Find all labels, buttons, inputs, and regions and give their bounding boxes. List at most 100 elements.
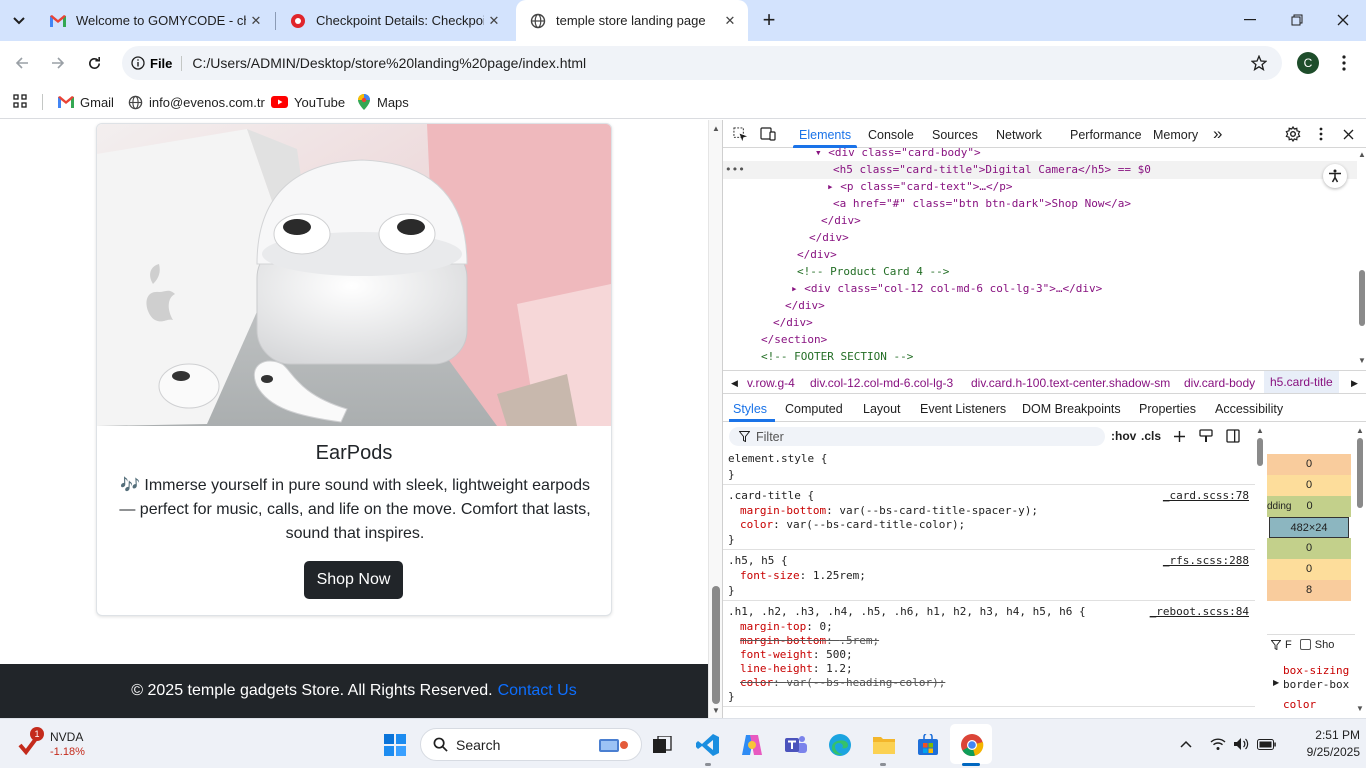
volume-icon[interactable] — [1232, 736, 1250, 752]
styles-tab-accessibility[interactable]: Accessibility — [1215, 402, 1283, 416]
rule-selector[interactable]: element.style { — [728, 452, 827, 466]
settings-gear-icon[interactable] — [1284, 125, 1302, 143]
dom-line[interactable]: ▸ <p class="card-text">…</p> — [827, 178, 1012, 195]
styles-tab-dom-breakpoints[interactable]: DOM Breakpoints — [1022, 402, 1121, 416]
dom-line[interactable]: <a href="#" class="btn btn-dark">Shop No… — [833, 195, 1131, 212]
box-model-border-top[interactable]: 0 — [1267, 475, 1351, 496]
shop-now-button[interactable]: Shop Now — [304, 561, 403, 599]
bookmark-maps[interactable]: Maps — [357, 92, 409, 112]
scroll-down-arrow-icon[interactable]: ▼ — [1356, 704, 1364, 713]
rule-selector[interactable]: .card-title { — [728, 489, 814, 503]
styles-tab-layout[interactable]: Layout — [863, 402, 901, 416]
styles-scrollbar[interactable]: ▲ — [1255, 424, 1265, 718]
dom-line[interactable]: </div> — [821, 212, 861, 229]
tab-checkpoint-details[interactable]: Checkpoint Details: Checkpoint ✕ — [276, 0, 512, 41]
tab-gomycode-welcome[interactable]: Welcome to GOMYCODE - chiji ✕ — [36, 0, 274, 41]
info-icon[interactable] — [130, 55, 146, 71]
new-tab-button[interactable]: + — [758, 7, 780, 32]
profile-avatar[interactable]: C — [1297, 52, 1319, 74]
dom-line[interactable]: ▾ <div class="card-body"> — [815, 148, 981, 161]
clock-date[interactable]: 9/25/2025 — [1280, 745, 1360, 759]
copilot-icon[interactable] — [739, 732, 765, 758]
dom-tree-scrollbar[interactable]: ▲ ▼ — [1357, 148, 1366, 370]
task-view-icon[interactable] — [650, 733, 674, 757]
css-declaration-overridden[interactable]: color: var(--bs-heading-color); — [740, 676, 945, 690]
show-hidden-icons-chevron-icon[interactable] — [1178, 736, 1194, 752]
dom-line[interactable]: </div> — [809, 229, 849, 246]
new-style-rule-icon[interactable] — [1171, 428, 1187, 444]
tab-search-icon[interactable] — [8, 11, 30, 31]
close-tab-icon[interactable]: ✕ — [246, 13, 266, 29]
css-declaration[interactable]: font-size: 1.25rem; — [740, 569, 866, 583]
close-tab-icon[interactable]: ✕ — [484, 13, 504, 29]
battery-icon[interactable] — [1256, 736, 1276, 752]
computed-prop-name[interactable]: box-sizing — [1283, 664, 1349, 677]
file-explorer-icon[interactable] — [871, 732, 897, 758]
ellipsis-gutter-icon[interactable]: ••• — [725, 161, 745, 178]
dom-line[interactable]: </div> — [797, 246, 837, 263]
scroll-up-arrow-icon[interactable]: ▲ — [1256, 426, 1264, 435]
styles-tab-event-listeners[interactable]: Event Listeners — [920, 402, 1006, 416]
show-all-checkbox[interactable] — [1299, 639, 1311, 650]
css-declaration[interactable]: font-weight: 500; — [740, 648, 853, 662]
clock-time[interactable]: 2:51 PM — [1290, 728, 1360, 742]
browser-menu-icon[interactable] — [1334, 53, 1354, 73]
tab-temple-store[interactable]: temple store landing page ✕ — [516, 0, 748, 41]
dom-line[interactable]: <!-- FOOTER SECTION --> — [761, 348, 913, 365]
styles-filter-input[interactable]: Filter — [729, 427, 1105, 446]
back-icon[interactable] — [12, 53, 32, 73]
css-declaration[interactable]: margin-bottom: var(--bs-card-title-space… — [740, 504, 1038, 518]
more-tabs-icon[interactable]: » — [1213, 124, 1222, 144]
stock-widget[interactable]: 1 NVDA -1.18% — [18, 727, 98, 761]
dom-line[interactable]: ▸ <div class="col-12 col-md-6 col-lg-3">… — [791, 280, 1102, 297]
box-model-padding-top[interactable]: dding 0 — [1267, 496, 1351, 517]
rule-selector[interactable]: .h1, .h2, .h3, .h4, .h5, .h6, h1, h2, h3… — [728, 605, 1086, 619]
styles-tab-properties[interactable]: Properties — [1139, 402, 1196, 416]
hov-toggle[interactable]: :hov — [1111, 429, 1136, 443]
breadcrumb-item[interactable]: div.card.h-100.text-center.shadow-sm — [971, 376, 1170, 390]
bookmark-evenos[interactable]: info@evenos.com.tr — [128, 92, 265, 112]
contact-us-link[interactable]: Contact Us — [498, 682, 577, 700]
wifi-icon[interactable] — [1209, 736, 1227, 752]
close-devtools-icon[interactable] — [1340, 126, 1356, 142]
toggle-sidebar-icon[interactable] — [1225, 428, 1241, 444]
dom-line[interactable]: <!-- Product Card 4 --> — [797, 263, 949, 280]
css-declaration[interactable]: line-height: 1.2; — [740, 662, 853, 676]
computed-filter[interactable]: F Sho — [1267, 634, 1355, 654]
expand-arrow-icon[interactable]: ▶ — [1273, 678, 1279, 687]
devtools-tab-memory[interactable]: Memory — [1153, 128, 1198, 142]
windows-start-icon[interactable] — [383, 733, 407, 757]
accessibility-icon[interactable] — [1323, 164, 1347, 188]
rule-source-link[interactable]: _reboot.scss:84 — [1150, 605, 1249, 618]
element-state-icon[interactable] — [1198, 428, 1214, 444]
styles-tab-styles[interactable]: Styles — [733, 402, 767, 416]
css-rules-pane[interactable]: element.style { } .card-title { _card.sc… — [723, 450, 1255, 718]
devtools-menu-icon[interactable] — [1314, 126, 1328, 142]
scroll-down-arrow-icon[interactable]: ▼ — [711, 706, 721, 715]
dom-line[interactable]: </section> — [761, 331, 827, 348]
devtools-tab-console[interactable]: Console — [868, 128, 914, 142]
scrollbar-thumb[interactable] — [1357, 438, 1363, 508]
breadcrumb-item[interactable]: div.card-body — [1184, 376, 1255, 390]
breadcrumb-item[interactable]: div.col-12.col-md-6.col-lg-3 — [810, 376, 953, 390]
vscode-icon[interactable] — [695, 732, 721, 758]
scrollbar-thumb[interactable] — [1359, 270, 1365, 326]
bookmark-youtube[interactable]: YouTube — [271, 92, 345, 112]
edge-icon[interactable] — [827, 732, 853, 758]
forward-icon[interactable] — [48, 53, 68, 73]
box-model-border-bottom[interactable]: 0 — [1267, 559, 1351, 580]
rule-source-link[interactable]: _card.scss:78 — [1163, 489, 1249, 502]
minimize-icon[interactable] — [1238, 12, 1262, 28]
bookmark-star-icon[interactable] — [1250, 54, 1268, 72]
devtools-tab-performance[interactable]: Performance — [1070, 128, 1142, 142]
breadcrumb-item-active[interactable]: h5.card-title — [1264, 371, 1339, 393]
file-scheme-chip[interactable]: File — [150, 55, 183, 71]
devtools-tab-elements[interactable]: Elements — [799, 128, 851, 142]
url-text[interactable]: C:/Users/ADMIN/Desktop/store%20landing%2… — [192, 55, 586, 71]
bookmark-gmail[interactable]: Gmail — [58, 92, 114, 112]
page-scrollbar[interactable]: ▲ ▼ — [708, 120, 722, 718]
css-declaration[interactable]: color: var(--bs-card-title-color); — [740, 518, 965, 532]
scroll-up-arrow-icon[interactable]: ▲ — [711, 124, 721, 133]
scroll-up-arrow-icon[interactable]: ▲ — [1358, 150, 1366, 159]
breadcrumb-item[interactable]: v.row.g-4 — [747, 376, 795, 390]
